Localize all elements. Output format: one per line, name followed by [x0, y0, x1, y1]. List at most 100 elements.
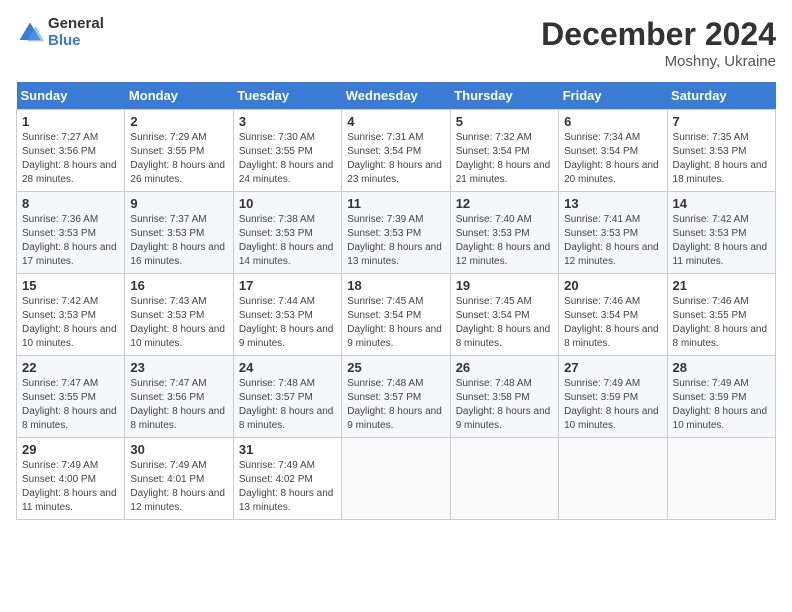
day-cell: 3 Sunrise: 7:30 AM Sunset: 3:55 PM Dayli… [233, 110, 341, 192]
day-number: 15 [22, 278, 119, 293]
day-info: Sunrise: 7:40 AM Sunset: 3:53 PM Dayligh… [456, 213, 553, 269]
day-number: 22 [22, 360, 119, 375]
day-number: 30 [130, 442, 227, 457]
day-number: 16 [130, 278, 227, 293]
day-number: 11 [347, 196, 444, 211]
day-info: Sunrise: 7:46 AM Sunset: 3:54 PM Dayligh… [564, 295, 661, 351]
logo-icon [16, 19, 44, 47]
day-info: Sunrise: 7:47 AM Sunset: 3:56 PM Dayligh… [130, 377, 227, 433]
day-cell: 4 Sunrise: 7:31 AM Sunset: 3:54 PM Dayli… [342, 110, 450, 192]
weekday-header-row: SundayMondayTuesdayWednesdayThursdayFrid… [17, 82, 776, 110]
day-info: Sunrise: 7:48 AM Sunset: 3:57 PM Dayligh… [239, 377, 336, 433]
day-info: Sunrise: 7:36 AM Sunset: 3:53 PM Dayligh… [22, 213, 119, 269]
day-cell: 26 Sunrise: 7:48 AM Sunset: 3:58 PM Dayl… [450, 356, 558, 438]
day-cell: 2 Sunrise: 7:29 AM Sunset: 3:55 PM Dayli… [125, 110, 233, 192]
day-number: 21 [673, 278, 770, 293]
day-cell: 14 Sunrise: 7:42 AM Sunset: 3:53 PM Dayl… [667, 192, 775, 274]
day-info: Sunrise: 7:45 AM Sunset: 3:54 PM Dayligh… [456, 295, 553, 351]
day-number: 3 [239, 114, 336, 129]
day-info: Sunrise: 7:34 AM Sunset: 3:54 PM Dayligh… [564, 131, 661, 187]
day-cell: 27 Sunrise: 7:49 AM Sunset: 3:59 PM Dayl… [559, 356, 667, 438]
day-number: 26 [456, 360, 553, 375]
day-number: 20 [564, 278, 661, 293]
day-info: Sunrise: 7:45 AM Sunset: 3:54 PM Dayligh… [347, 295, 444, 351]
day-number: 12 [456, 196, 553, 211]
day-info: Sunrise: 7:30 AM Sunset: 3:55 PM Dayligh… [239, 131, 336, 187]
day-cell [667, 438, 775, 520]
location: Moshny, Ukraine [541, 53, 776, 70]
day-info: Sunrise: 7:29 AM Sunset: 3:55 PM Dayligh… [130, 131, 227, 187]
day-number: 29 [22, 442, 119, 457]
day-number: 14 [673, 196, 770, 211]
day-cell: 15 Sunrise: 7:42 AM Sunset: 3:53 PM Dayl… [17, 274, 125, 356]
day-info: Sunrise: 7:49 AM Sunset: 3:59 PM Dayligh… [564, 377, 661, 433]
weekday-header-saturday: Saturday [667, 82, 775, 110]
logo-blue: Blue [48, 33, 104, 50]
day-info: Sunrise: 7:27 AM Sunset: 3:56 PM Dayligh… [22, 131, 119, 187]
day-cell: 6 Sunrise: 7:34 AM Sunset: 3:54 PM Dayli… [559, 110, 667, 192]
day-cell: 31 Sunrise: 7:49 AM Sunset: 4:02 PM Dayl… [233, 438, 341, 520]
day-info: Sunrise: 7:49 AM Sunset: 4:01 PM Dayligh… [130, 459, 227, 515]
day-number: 25 [347, 360, 444, 375]
month-title: December 2024 [541, 16, 776, 53]
day-number: 27 [564, 360, 661, 375]
weekday-header-tuesday: Tuesday [233, 82, 341, 110]
day-number: 18 [347, 278, 444, 293]
day-number: 28 [673, 360, 770, 375]
weekday-header-monday: Monday [125, 82, 233, 110]
weekday-header-sunday: Sunday [17, 82, 125, 110]
day-info: Sunrise: 7:49 AM Sunset: 3:59 PM Dayligh… [673, 377, 770, 433]
day-info: Sunrise: 7:42 AM Sunset: 3:53 PM Dayligh… [673, 213, 770, 269]
day-info: Sunrise: 7:41 AM Sunset: 3:53 PM Dayligh… [564, 213, 661, 269]
day-cell: 1 Sunrise: 7:27 AM Sunset: 3:56 PM Dayli… [17, 110, 125, 192]
day-number: 19 [456, 278, 553, 293]
day-number: 9 [130, 196, 227, 211]
day-info: Sunrise: 7:49 AM Sunset: 4:02 PM Dayligh… [239, 459, 336, 515]
day-cell: 22 Sunrise: 7:47 AM Sunset: 3:55 PM Dayl… [17, 356, 125, 438]
day-info: Sunrise: 7:49 AM Sunset: 4:00 PM Dayligh… [22, 459, 119, 515]
day-number: 1 [22, 114, 119, 129]
day-cell: 16 Sunrise: 7:43 AM Sunset: 3:53 PM Dayl… [125, 274, 233, 356]
day-info: Sunrise: 7:42 AM Sunset: 3:53 PM Dayligh… [22, 295, 119, 351]
day-info: Sunrise: 7:46 AM Sunset: 3:55 PM Dayligh… [673, 295, 770, 351]
page-header: General Blue December 2024 Moshny, Ukrai… [16, 16, 776, 70]
day-cell: 23 Sunrise: 7:47 AM Sunset: 3:56 PM Dayl… [125, 356, 233, 438]
day-number: 4 [347, 114, 444, 129]
day-number: 2 [130, 114, 227, 129]
week-row-1: 1 Sunrise: 7:27 AM Sunset: 3:56 PM Dayli… [17, 110, 776, 192]
day-cell: 28 Sunrise: 7:49 AM Sunset: 3:59 PM Dayl… [667, 356, 775, 438]
day-number: 13 [564, 196, 661, 211]
day-info: Sunrise: 7:44 AM Sunset: 3:53 PM Dayligh… [239, 295, 336, 351]
day-cell: 29 Sunrise: 7:49 AM Sunset: 4:00 PM Dayl… [17, 438, 125, 520]
day-info: Sunrise: 7:37 AM Sunset: 3:53 PM Dayligh… [130, 213, 227, 269]
calendar-table: SundayMondayTuesdayWednesdayThursdayFrid… [16, 82, 776, 520]
weekday-header-thursday: Thursday [450, 82, 558, 110]
day-cell: 18 Sunrise: 7:45 AM Sunset: 3:54 PM Dayl… [342, 274, 450, 356]
day-cell: 9 Sunrise: 7:37 AM Sunset: 3:53 PM Dayli… [125, 192, 233, 274]
week-row-4: 22 Sunrise: 7:47 AM Sunset: 3:55 PM Dayl… [17, 356, 776, 438]
day-cell: 8 Sunrise: 7:36 AM Sunset: 3:53 PM Dayli… [17, 192, 125, 274]
day-number: 5 [456, 114, 553, 129]
day-number: 10 [239, 196, 336, 211]
day-cell [450, 438, 558, 520]
day-info: Sunrise: 7:48 AM Sunset: 3:57 PM Dayligh… [347, 377, 444, 433]
day-cell: 12 Sunrise: 7:40 AM Sunset: 3:53 PM Dayl… [450, 192, 558, 274]
day-cell: 20 Sunrise: 7:46 AM Sunset: 3:54 PM Dayl… [559, 274, 667, 356]
day-number: 17 [239, 278, 336, 293]
day-cell: 24 Sunrise: 7:48 AM Sunset: 3:57 PM Dayl… [233, 356, 341, 438]
day-cell: 5 Sunrise: 7:32 AM Sunset: 3:54 PM Dayli… [450, 110, 558, 192]
day-cell: 21 Sunrise: 7:46 AM Sunset: 3:55 PM Dayl… [667, 274, 775, 356]
day-number: 8 [22, 196, 119, 211]
logo-general: General [48, 16, 104, 33]
week-row-2: 8 Sunrise: 7:36 AM Sunset: 3:53 PM Dayli… [17, 192, 776, 274]
day-cell: 25 Sunrise: 7:48 AM Sunset: 3:57 PM Dayl… [342, 356, 450, 438]
day-info: Sunrise: 7:43 AM Sunset: 3:53 PM Dayligh… [130, 295, 227, 351]
day-cell: 11 Sunrise: 7:39 AM Sunset: 3:53 PM Dayl… [342, 192, 450, 274]
day-cell [342, 438, 450, 520]
day-info: Sunrise: 7:31 AM Sunset: 3:54 PM Dayligh… [347, 131, 444, 187]
logo-text: General Blue [48, 16, 104, 49]
day-cell: 7 Sunrise: 7:35 AM Sunset: 3:53 PM Dayli… [667, 110, 775, 192]
weekday-header-wednesday: Wednesday [342, 82, 450, 110]
day-cell: 10 Sunrise: 7:38 AM Sunset: 3:53 PM Dayl… [233, 192, 341, 274]
day-info: Sunrise: 7:35 AM Sunset: 3:53 PM Dayligh… [673, 131, 770, 187]
